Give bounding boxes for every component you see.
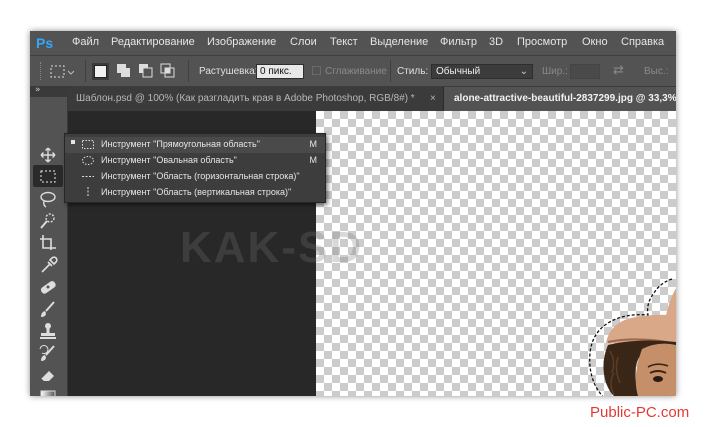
new-selection-icon[interactable] — [92, 63, 109, 80]
healing-brush-icon[interactable] — [36, 277, 60, 297]
options-grip — [40, 62, 42, 80]
options-bar: Растушевка: 0 пикс. Сглаживание Стиль: О… — [30, 55, 676, 87]
document-tabs: Шаблон.psd @ 100% (Как разгладить края в… — [68, 87, 676, 111]
rect-marquee-icon — [82, 140, 94, 149]
selected-bullet-icon — [71, 140, 75, 144]
lasso-icon[interactable] — [36, 189, 60, 209]
width-label: Шир.: — [542, 66, 568, 77]
subtract-from-selection-icon[interactable] — [138, 63, 154, 79]
menu-type[interactable]: Текст — [330, 36, 358, 48]
menu-window[interactable]: Окно — [582, 36, 608, 48]
menu-3d[interactable]: 3D — [489, 36, 503, 48]
ellipse-marquee-icon — [82, 156, 94, 165]
flyout-item-rect-marquee[interactable]: Инструмент "Прямоугольная область" M — [65, 137, 325, 153]
site-watermark: Public-PC.com — [590, 404, 690, 421]
style-select[interactable]: Обычный ⌄ — [431, 64, 533, 79]
add-to-selection-icon[interactable] — [116, 63, 132, 79]
woman-in-hat-photo — [589, 278, 676, 396]
menu-layers[interactable]: Слои — [290, 36, 317, 48]
move-icon[interactable] — [36, 145, 60, 165]
quick-select-icon[interactable] — [36, 211, 60, 231]
chevron-down-icon: ⌄ — [519, 66, 528, 77]
single-row-marquee-icon — [82, 176, 94, 177]
clone-stamp-icon[interactable] — [36, 321, 60, 341]
photoshop-window: Ps Файл Редактирование Изображение Слои … — [30, 31, 676, 396]
menu-edit[interactable]: Редактирование — [111, 36, 195, 48]
document-canvas[interactable] — [316, 111, 676, 396]
menu-help[interactable]: Справка — [621, 36, 664, 48]
watermark-text: KAK-SD — [180, 223, 364, 272]
shortcut-key: M — [309, 139, 318, 149]
menu-bar: Ps Файл Редактирование Изображение Слои … — [30, 31, 676, 55]
menu-view[interactable]: Просмотр — [517, 36, 567, 48]
tool-preset-marquee-icon[interactable] — [50, 64, 76, 80]
single-column-marquee-icon — [87, 187, 89, 196]
history-brush-icon[interactable] — [36, 343, 60, 363]
menu-image[interactable]: Изображение — [207, 36, 276, 48]
photoshop-logo: Ps — [36, 35, 54, 51]
collapse-panel-icon[interactable]: » — [35, 85, 41, 95]
shortcut-key: M — [309, 155, 318, 165]
width-input[interactable] — [570, 64, 600, 79]
intersect-selection-icon[interactable] — [160, 63, 176, 79]
eraser-icon[interactable] — [36, 365, 60, 385]
menu-select[interactable]: Выделение — [370, 36, 428, 48]
flyout-item-single-column-marquee[interactable]: Инструмент "Область (вертикальная строка… — [65, 185, 325, 201]
flyout-item-single-row-marquee[interactable]: Инструмент "Область (горизонтальная стро… — [65, 169, 325, 185]
swap-icon[interactable]: ⇄ — [613, 63, 624, 78]
tab-label: Шаблон.psd @ 100% (Как разгладить края в… — [76, 93, 415, 104]
tab-label: alone-attractive-beautiful-2837299.jpg @… — [454, 93, 676, 104]
tools-panel: » — [30, 85, 68, 396]
brush-icon[interactable] — [36, 299, 60, 319]
menu-filter[interactable]: Фильтр — [440, 36, 477, 48]
flyout-item-label: Инструмент "Область (вертикальная строка… — [101, 187, 292, 197]
flyout-item-ellipse-marquee[interactable]: Инструмент "Овальная область" M — [65, 153, 325, 169]
flyout-item-label: Инструмент "Прямоугольная область" — [101, 139, 260, 149]
eyedropper-icon[interactable] — [36, 255, 60, 275]
feather-label: Растушевка: — [199, 66, 258, 77]
tab-alone-attractive-jpg[interactable]: alone-attractive-beautiful-2837299.jpg @… — [444, 87, 676, 111]
feather-input[interactable]: 0 пикс. — [256, 64, 304, 79]
marquee-icon[interactable] — [36, 167, 60, 187]
style-select-value: Обычный — [436, 66, 481, 77]
style-label: Стиль: — [397, 66, 429, 77]
height-label: Выс.: — [644, 66, 669, 77]
flyout-item-label: Инструмент "Овальная область" — [101, 155, 237, 165]
flyout-item-label: Инструмент "Область (горизонтальная стро… — [101, 171, 300, 181]
menu-file[interactable]: Файл — [72, 36, 99, 48]
close-icon[interactable]: × — [430, 87, 436, 111]
marquee-tools-flyout: Инструмент "Прямоугольная область" M Инс… — [64, 133, 326, 203]
tab-template-psd[interactable]: Шаблон.psd @ 100% (Как разгладить края в… — [68, 87, 444, 111]
crop-icon[interactable] — [36, 233, 60, 253]
antialias-checkbox[interactable] — [312, 66, 321, 75]
gradient-icon[interactable] — [36, 387, 60, 396]
antialias-label: Сглаживание — [325, 66, 387, 77]
